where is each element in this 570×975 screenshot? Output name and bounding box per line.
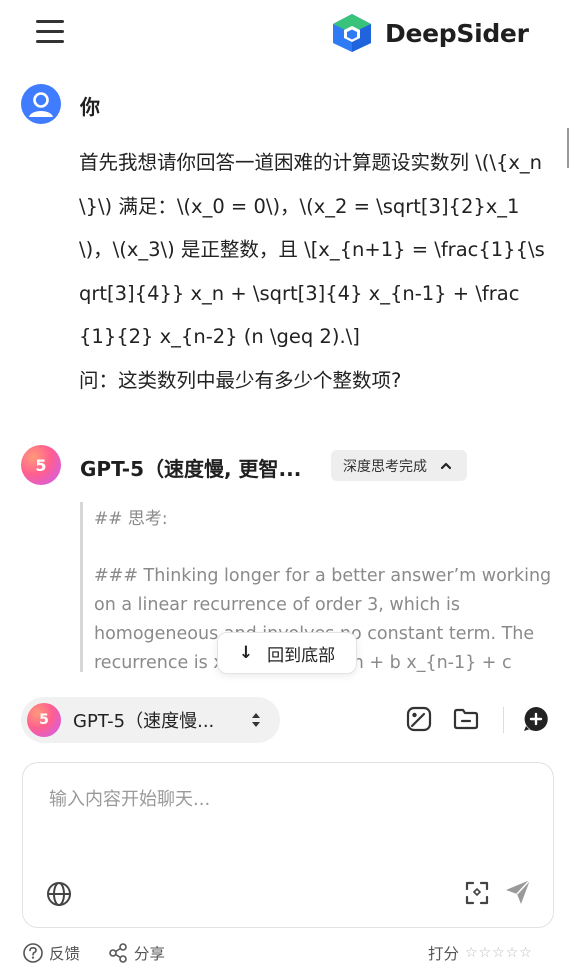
image-edit-icon[interactable] [404,704,434,734]
deepsider-hexagon-logo [333,14,371,52]
chat-input[interactable] [49,785,519,845]
scrollbar-thumb[interactable] [567,128,569,168]
ai-model-name: GPT-5（速度慢, 更智... [80,457,302,481]
user-silhouette-icon [29,92,53,117]
feedback-label: 反馈 [49,945,81,963]
new-chat-icon[interactable] [521,704,551,734]
chevron-updown-icon [252,713,260,727]
rating-label: 打分 [428,945,460,963]
header: DeepSider [0,0,570,66]
share-label: 分享 [134,945,166,963]
star-icon[interactable]: ☆ [506,945,520,961]
rating-stars: ☆☆☆☆☆ [465,945,533,961]
ai-avatar: 5 [21,445,61,485]
chevron-up-icon [440,462,452,469]
user-avatar [21,84,61,124]
model-avatar-label: 5 [39,712,49,728]
model-selector[interactable]: 5 GPT-5（速度慢... [21,697,280,743]
question-circle-icon [23,943,43,963]
thinking-toggle-button[interactable]: 深度思考完成 [331,450,467,481]
globe-icon[interactable] [45,880,73,908]
model-selector-label: GPT-5（速度慢... [73,711,215,732]
ai-avatar-label: 5 [35,455,47,475]
send-icon[interactable] [503,877,533,907]
user-name: 你 [80,95,100,119]
model-avatar: 5 [27,703,61,737]
folder-icon[interactable] [451,704,481,734]
star-icon[interactable]: ☆ [519,945,533,961]
toolbar-divider [503,707,504,733]
brand-name: DeepSider [385,18,529,48]
star-icon[interactable]: ☆ [479,945,493,961]
thinking-heading: ## 思考: [94,509,168,529]
share-icon [109,943,127,963]
feedback-button[interactable]: 反馈 [22,942,80,964]
rating: 打分 ☆☆☆☆☆ [428,942,533,964]
thinking-badge-label: 深度思考完成 [343,458,427,475]
chat-composer [22,762,554,928]
user-message-text: 首先我想请你回答一道困难的计算题设实数列 \(\{x_n\}\) 满足：\(x_… [79,151,545,392]
hamburger-menu-icon[interactable] [36,20,64,44]
scroll-to-bottom-button[interactable]: ↓ 回到底部 [217,632,357,674]
star-icon[interactable]: ☆ [492,945,506,961]
scroll-to-bottom-label: 回到底部 [267,645,336,666]
star-icon[interactable]: ☆ [465,945,479,961]
share-button[interactable]: 分享 [107,942,165,964]
brand-logo: DeepSider [331,13,529,53]
footer: 反馈 分享 打分 ☆☆☆☆☆ [0,940,570,970]
fullscreen-icon[interactable] [463,879,491,907]
arrow-down-icon: ↓ [238,643,254,663]
